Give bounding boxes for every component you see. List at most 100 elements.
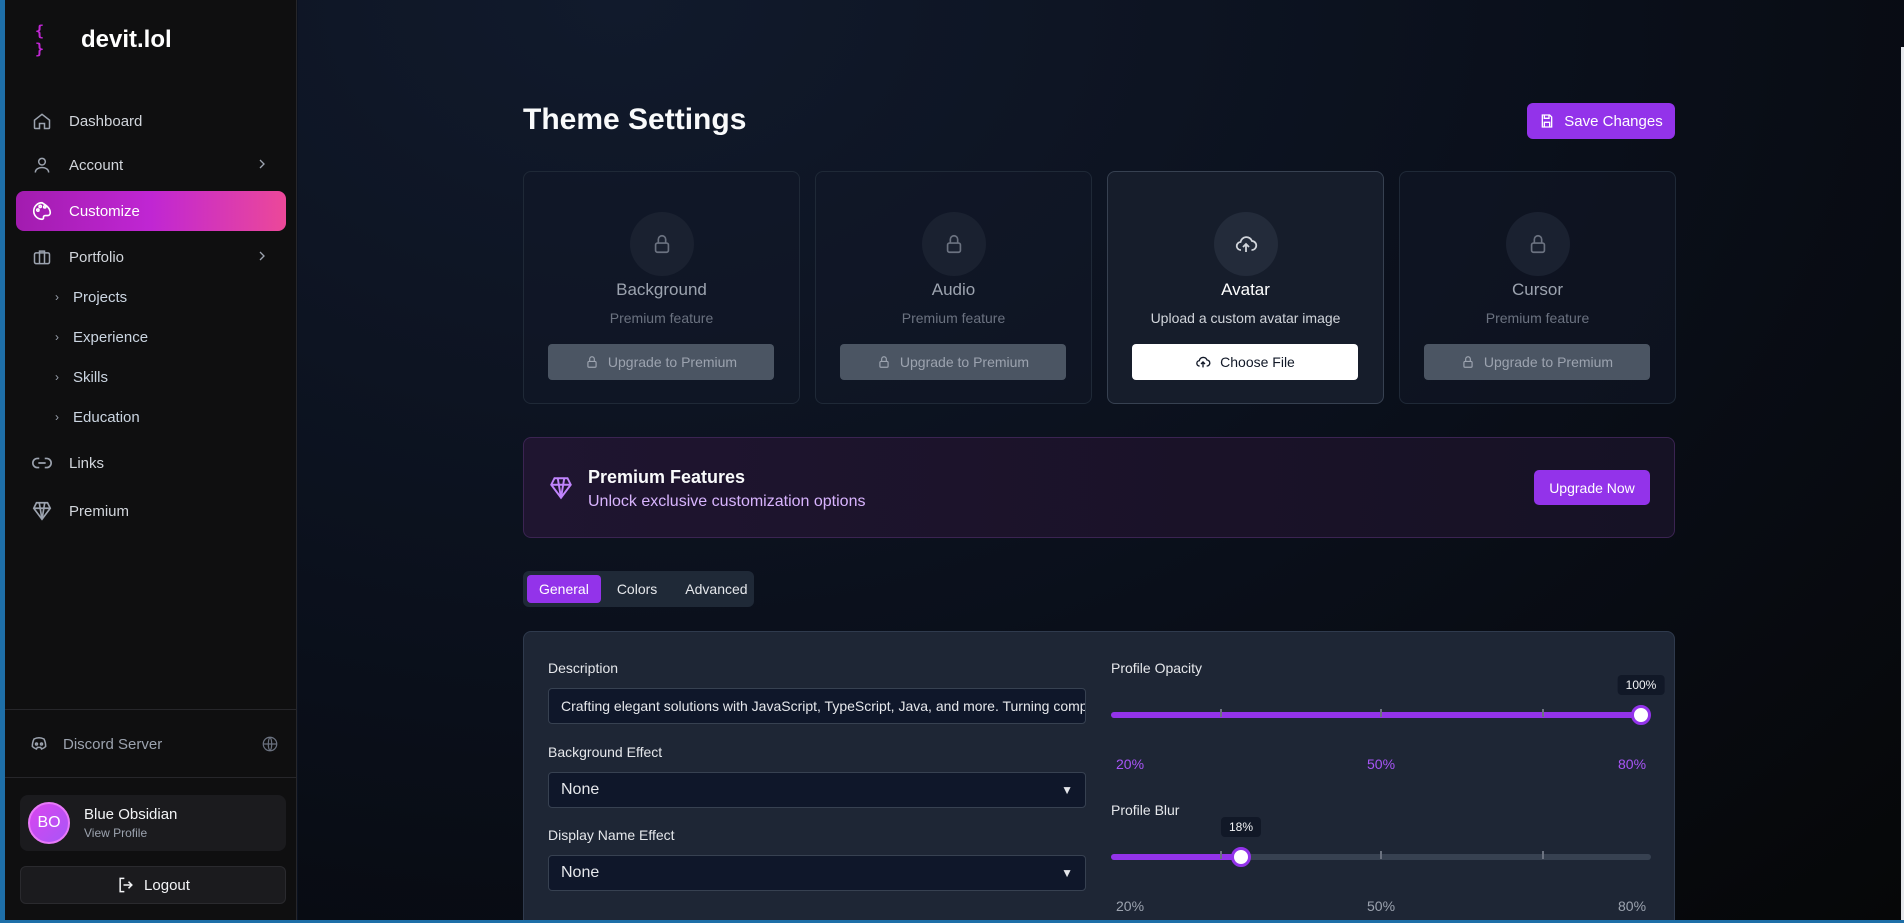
lock-icon bbox=[1461, 355, 1475, 369]
sidebar-subitem-skills[interactable]: › Skills bbox=[55, 362, 108, 392]
sidebar-item-portfolio[interactable]: Portfolio bbox=[16, 237, 286, 277]
card-title: Background bbox=[616, 280, 707, 299]
profile-opacity-label: Profile Opacity bbox=[1111, 660, 1203, 676]
page-title: Theme Settings bbox=[523, 103, 747, 136]
sidebar-subitem-projects[interactable]: › Projects bbox=[55, 282, 127, 312]
sidebar-item-label: Customize bbox=[69, 202, 140, 220]
profile-blur-label: Profile Blur bbox=[1111, 802, 1180, 818]
palette-icon bbox=[31, 200, 53, 222]
card-subtitle: Premium feature bbox=[1485, 310, 1590, 326]
upgrade-now-button[interactable]: Upgrade Now bbox=[1534, 470, 1650, 505]
sidebar-subitem-label: Projects bbox=[73, 288, 128, 306]
sidebar-divider bbox=[5, 777, 297, 778]
sidebar-item-label: Portfolio bbox=[69, 248, 125, 266]
sidebar-subitem-education[interactable]: › Education bbox=[55, 402, 140, 432]
card-title: Avatar bbox=[1221, 280, 1270, 299]
chevron-right-icon: › bbox=[55, 410, 59, 424]
scale-label: 20% bbox=[1116, 898, 1145, 914]
logout-button[interactable]: Logout bbox=[20, 866, 286, 904]
scale-label: 20% bbox=[1116, 756, 1145, 772]
sidebar-item-premium[interactable]: Premium bbox=[16, 491, 286, 531]
card-subtitle: Upload a custom avatar image bbox=[1150, 310, 1341, 326]
sidebar-subitem-label: Education bbox=[73, 408, 140, 426]
save-changes-button[interactable]: Save Changes bbox=[1527, 103, 1675, 139]
globe-icon[interactable] bbox=[261, 735, 279, 757]
user-icon bbox=[31, 154, 53, 176]
cursor-card: Cursor Premium feature Upgrade to Premiu… bbox=[1399, 171, 1676, 404]
slider-tick bbox=[1380, 709, 1382, 717]
slider-thumb[interactable] bbox=[1631, 705, 1651, 725]
profile-name: Blue Obsidian bbox=[84, 806, 178, 823]
sidebar-item-dashboard[interactable]: Dashboard bbox=[16, 101, 286, 141]
button-label: Upgrade to Premium bbox=[899, 354, 1030, 370]
slider-tooltip: 18% bbox=[1220, 817, 1262, 837]
logout-icon bbox=[116, 875, 136, 895]
diamond-icon bbox=[31, 500, 53, 522]
sidebar-subitem-experience[interactable]: › Experience bbox=[55, 322, 148, 352]
brand-name: devit.lol bbox=[81, 26, 172, 53]
chevron-right-icon: › bbox=[55, 330, 59, 344]
lock-icon bbox=[630, 212, 694, 276]
sidebar-subitem-label: Experience bbox=[73, 328, 149, 346]
background-card: Background Premium feature Upgrade to Pr… bbox=[523, 171, 800, 404]
brand[interactable]: { } devit.lol bbox=[35, 22, 172, 58]
profile-blur-slider[interactable]: 18% bbox=[1111, 817, 1651, 867]
sidebar-item-label: Dashboard bbox=[69, 112, 143, 130]
sidebar-item-account[interactable]: Account bbox=[16, 145, 286, 185]
avatar: BO bbox=[28, 802, 70, 844]
profile-card[interactable]: BO Blue Obsidian View Profile bbox=[20, 795, 286, 851]
slider-thumb[interactable] bbox=[1231, 847, 1251, 867]
home-icon bbox=[31, 110, 53, 132]
sidebar-item-customize[interactable]: Customize bbox=[16, 191, 286, 231]
sidebar-item-links[interactable]: Links bbox=[16, 443, 286, 483]
card-title: Cursor bbox=[1511, 280, 1563, 299]
display-name-effect-select[interactable]: None ▼ bbox=[548, 855, 1086, 891]
diamond-icon bbox=[548, 475, 574, 506]
settings-tabs: General Colors Advanced bbox=[523, 571, 754, 607]
logout-label: Logout bbox=[144, 876, 190, 894]
tab-colors[interactable]: Colors bbox=[605, 575, 669, 603]
scale-label: 80% bbox=[1618, 756, 1647, 772]
lock-icon bbox=[877, 355, 891, 369]
tab-advanced[interactable]: Advanced bbox=[673, 575, 759, 603]
slider-tick bbox=[1380, 851, 1382, 859]
card-subtitle: Premium feature bbox=[609, 310, 714, 326]
description-input[interactable]: Crafting elegant solutions with JavaScri… bbox=[548, 688, 1086, 724]
background-effect-select[interactable]: None ▼ bbox=[548, 772, 1086, 808]
description-label: Description bbox=[548, 660, 619, 676]
save-icon bbox=[1539, 113, 1555, 129]
view-profile-link[interactable]: View Profile bbox=[84, 826, 177, 840]
upgrade-to-premium-button[interactable]: Upgrade to Premium bbox=[1424, 344, 1650, 380]
save-label: Save Changes bbox=[1564, 112, 1663, 130]
sidebar-item-label: Links bbox=[69, 454, 105, 472]
discord-label: Discord Server bbox=[63, 735, 163, 753]
card-subtitle: Premium feature bbox=[901, 310, 1006, 326]
premium-title: Premium Features bbox=[588, 467, 746, 487]
upload-cloud-icon bbox=[1214, 212, 1278, 276]
lock-icon bbox=[585, 355, 599, 369]
button-label: Choose File bbox=[1220, 354, 1295, 370]
general-settings-panel: Description Crafting elegant solutions w… bbox=[523, 631, 1675, 923]
link-icon bbox=[31, 452, 53, 474]
upload-cloud-icon bbox=[1195, 354, 1211, 370]
discord-server-link[interactable]: Discord Server bbox=[29, 730, 279, 758]
audio-card: Audio Premium feature Upgrade to Premium bbox=[815, 171, 1092, 404]
briefcase-icon bbox=[31, 246, 53, 268]
lock-icon bbox=[922, 212, 986, 276]
sidebar-item-label: Premium bbox=[69, 502, 130, 520]
chevron-right-icon bbox=[254, 248, 270, 268]
upgrade-to-premium-button[interactable]: Upgrade to Premium bbox=[548, 344, 774, 380]
chevron-down-icon: ▼ bbox=[1061, 866, 1073, 880]
premium-banner: Premium Features Unlock exclusive custom… bbox=[523, 437, 1675, 538]
chevron-right-icon: › bbox=[55, 290, 59, 304]
scale-label: 50% bbox=[1367, 898, 1396, 914]
brand-logo-icon: { } bbox=[35, 22, 45, 58]
choose-file-button[interactable]: Choose File bbox=[1132, 344, 1358, 380]
tab-general[interactable]: General bbox=[527, 575, 601, 603]
discord-icon bbox=[29, 734, 49, 754]
slider-tooltip: 100% bbox=[1617, 675, 1665, 695]
card-title: Audio bbox=[931, 280, 976, 299]
scale-label: 80% bbox=[1618, 898, 1647, 914]
profile-opacity-slider[interactable]: 100% bbox=[1111, 675, 1665, 725]
upgrade-to-premium-button[interactable]: Upgrade to Premium bbox=[840, 344, 1066, 380]
